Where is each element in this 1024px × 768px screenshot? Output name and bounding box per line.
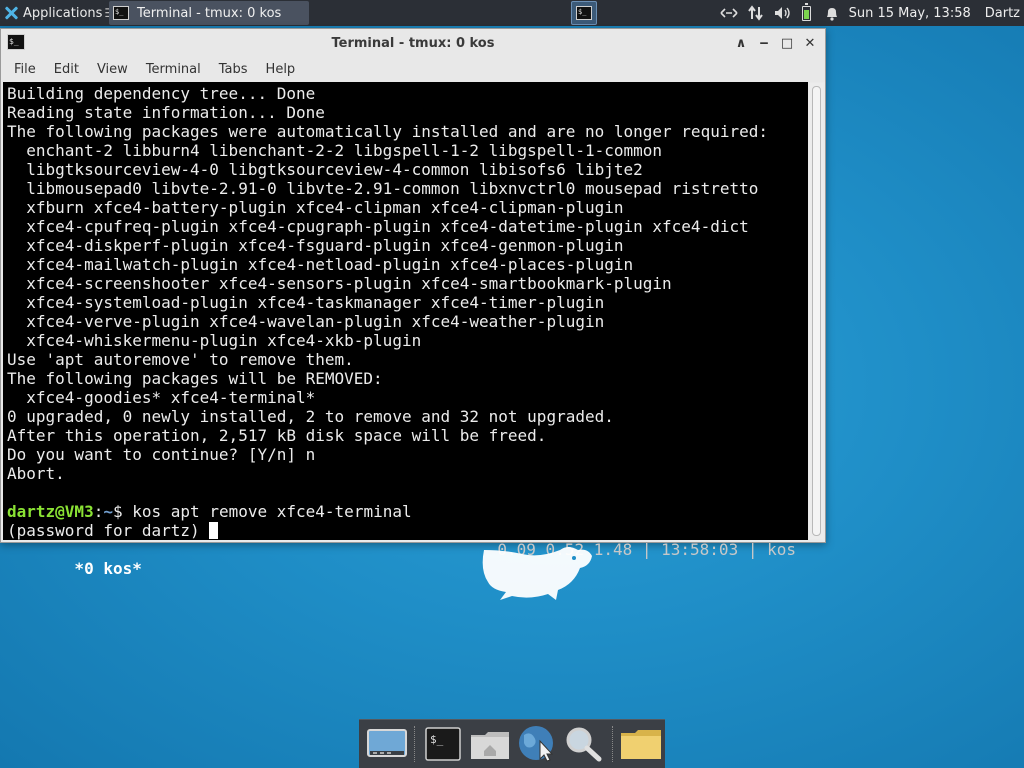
text-cursor: [209, 522, 219, 539]
close-button[interactable]: ✕: [801, 34, 819, 52]
terminal-line: 0 upgraded, 0 newly installed, 2 to remo…: [7, 407, 614, 426]
home-folder-icon: [471, 732, 510, 759]
show-desktop-button[interactable]: [363, 721, 410, 767]
user-menu[interactable]: Dartz: [985, 6, 1020, 21]
prompt-user-host: dartz@VM3: [7, 502, 94, 521]
magnifier-icon: [566, 727, 602, 762]
system-tray: Sun 15 May, 13:58 Dartz: [720, 0, 1024, 26]
taskbar-terminal-label: Terminal - tmux: 0 kos: [137, 5, 282, 21]
menu-tabs[interactable]: Tabs: [210, 62, 257, 77]
terminal-output[interactable]: Building dependency tree... Done Reading…: [3, 82, 808, 578]
xfce-logo-icon: [4, 6, 18, 20]
app-finder-launcher[interactable]: [561, 721, 608, 767]
workspace-terminal-icon: $_: [576, 6, 592, 20]
files-launcher[interactable]: [618, 721, 665, 767]
workspace-switcher-button[interactable]: $_: [571, 1, 597, 25]
notifications-icon[interactable]: [825, 6, 839, 21]
prompt-path: ~: [103, 502, 113, 521]
terminal-icon: $_: [113, 6, 129, 20]
network-icon[interactable]: [720, 7, 738, 19]
terminal-line: The following packages will be REMOVED:: [7, 369, 383, 388]
terminal-scrollbar[interactable]: [809, 83, 823, 539]
terminal-line: xfce4-diskperf-plugin xfce4-fsguard-plug…: [7, 236, 624, 255]
terminal-line: Reading state information... Done: [7, 103, 325, 122]
battery-icon[interactable]: [801, 2, 811, 21]
top-panel: Applications ☰ $_ Terminal - tmux: 0 kos…: [0, 0, 1024, 26]
shade-button[interactable]: ∧: [732, 34, 750, 52]
applications-label: Applications: [23, 5, 103, 21]
menu-edit[interactable]: Edit: [45, 62, 88, 77]
terminal-line: xfburn xfce4-battery-plugin xfce4-clipma…: [7, 198, 624, 217]
terminal-line: xfce4-systemload-plugin xfce4-taskmanage…: [7, 293, 605, 312]
folder-icon: [621, 730, 662, 759]
terminal-line: xfce4-verve-plugin xfce4-wavelan-plugin …: [7, 312, 605, 331]
terminal-line: xfce4-whiskermenu-plugin xfce4-xkb-plugi…: [7, 331, 422, 350]
terminal-line: xfce4-mailwatch-plugin xfce4-netload-plu…: [7, 255, 634, 274]
prompt-symbol: $: [112, 502, 123, 521]
menu-view[interactable]: View: [88, 62, 137, 77]
web-browser-launcher[interactable]: [514, 721, 561, 767]
xfce-mouse-wallpaper-logo: [482, 547, 592, 600]
svg-text:$_: $_: [430, 733, 444, 746]
password-prompt-line: (password for dartz): [7, 521, 808, 540]
terminal-window: $_ Terminal - tmux: 0 kos ∧ ‒ □ ✕ File E…: [0, 28, 826, 578]
terminal-line: Use 'apt autoremove' to remove them.: [7, 350, 354, 369]
window-titlebar[interactable]: $_ Terminal - tmux: 0 kos ∧ ‒ □ ✕: [1, 29, 825, 57]
tmux-window-tab[interactable]: *0 kos*: [65, 559, 141, 578]
menu-help[interactable]: Help: [257, 62, 305, 77]
window-title: Terminal - tmux: 0 kos: [331, 35, 495, 51]
shell-prompt-line: dartz@VM3:~$ kos apt remove xfce4-termin…: [7, 502, 808, 521]
tmux-status-bar: *0 kos* 0.09 0.52 1.48 | 13:58:03 | kos: [7, 540, 808, 578]
terminal-line: enchant-2 libburn4 libenchant-2-2 libgsp…: [7, 141, 663, 160]
terminal-line: Building dependency tree... Done: [7, 84, 316, 103]
terminal-line: Abort.: [7, 464, 65, 483]
terminal-launcher-icon: $_: [425, 727, 462, 761]
prompt-command: kos apt remove xfce4-terminal: [122, 502, 412, 521]
terminal-line: xfce4-goodies* xfce4-terminal*: [7, 388, 316, 407]
menu-bar: File Edit View Terminal Tabs Help: [1, 57, 825, 82]
menu-terminal[interactable]: Terminal: [137, 62, 210, 77]
scrollbar-thumb[interactable]: [812, 86, 821, 536]
taskbar-terminal-button[interactable]: $_ Terminal - tmux: 0 kos: [109, 1, 309, 25]
password-prompt: (password for dartz): [7, 521, 210, 540]
dock-panel: $_: [359, 719, 665, 768]
clock[interactable]: Sun 15 May, 13:58: [849, 6, 971, 21]
menu-file[interactable]: File: [5, 62, 45, 77]
terminal-launcher[interactable]: $_: [420, 721, 467, 767]
applications-menu-button[interactable]: Applications ☰: [0, 0, 121, 26]
terminal-line: libgtksourceview-4-0 libgtksourceview-4-…: [7, 160, 643, 179]
terminal-line: libmousepad0 libvte-2.91-0 libvte-2.91-c…: [7, 179, 759, 198]
dock-separator: [414, 726, 416, 762]
dock-separator: [611, 726, 614, 762]
maximize-button[interactable]: □: [778, 34, 796, 52]
minimize-button[interactable]: ‒: [755, 34, 773, 52]
show-desktop-icon: [366, 729, 407, 757]
prompt-colon: :: [93, 502, 104, 521]
transfer-icon[interactable]: [747, 5, 764, 21]
terminal-line: Do you want to continue? [Y/n] n: [7, 445, 316, 464]
web-browser-icon: [519, 726, 554, 762]
terminal-line: xfce4-cpufreq-plugin xfce4-cpugraph-plug…: [7, 217, 749, 236]
terminal-line: xfce4-screenshooter xfce4-sensors-plugin…: [7, 274, 672, 293]
window-controls: ∧ ‒ □ ✕: [727, 34, 819, 52]
volume-icon[interactable]: [774, 6, 792, 20]
terminal-line: The following packages were automaticall…: [7, 122, 768, 141]
home-folder-launcher[interactable]: [467, 721, 514, 767]
terminal-line: After this operation, 2,517 kB disk spac…: [7, 426, 547, 445]
